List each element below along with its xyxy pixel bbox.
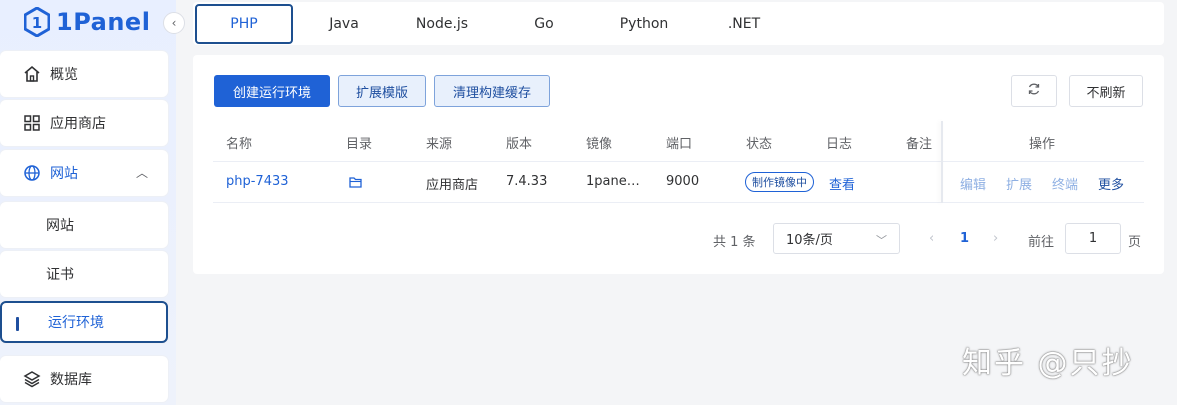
tab-python[interactable]: Python (601, 4, 687, 44)
active-indicator (16, 317, 19, 331)
sidebar-subitem-certificate[interactable]: 证书 (0, 251, 168, 297)
sidebar: 1 1Panel 概览 应用商店 网站 ︿ 网站 证书 运行环境 数据库 (0, 0, 176, 405)
logo-text: 1Panel (56, 8, 151, 36)
sidebar-item-label: 网站 (46, 218, 74, 234)
terminal-link[interactable]: 终端 (1052, 174, 1078, 193)
runtime-tabs: PHP Java Node.js Go Python .NET (193, 2, 1164, 45)
table-divider (213, 161, 1144, 162)
auto-refresh-select[interactable]: 不刷新 (1069, 75, 1143, 107)
logo-icon: 1 (24, 7, 50, 37)
more-actions-link[interactable]: 更多 (1098, 174, 1124, 193)
runtime-port: 9000 (666, 174, 700, 189)
tab-dotnet[interactable]: .NET (701, 4, 787, 44)
pagination-total: 共 1 条 (713, 235, 756, 250)
tab-java[interactable]: Java (301, 4, 387, 44)
sidebar-subitem-website[interactable]: 网站 (0, 202, 168, 248)
logo[interactable]: 1 1Panel (24, 4, 150, 40)
next-page-button[interactable]: › (993, 231, 998, 246)
page-size-select[interactable]: 10条/页 ﹀ (773, 223, 900, 254)
page-number-current[interactable]: 1 (960, 231, 969, 246)
column-header: 目录 (346, 137, 373, 152)
clear-build-cache-button[interactable]: 清理构建缓存 (434, 75, 550, 107)
sidebar-item-label: 证书 (46, 267, 74, 283)
extend-link[interactable]: 扩展 (1006, 174, 1032, 193)
refresh-icon (1027, 82, 1041, 100)
collapse-sidebar-button[interactable]: ‹ (163, 12, 185, 34)
chevron-down-icon: ﹀ (876, 234, 887, 247)
home-icon (22, 64, 42, 84)
view-log-link[interactable]: 查看 (829, 174, 855, 193)
sidebar-item-app-store[interactable]: 应用商店 (0, 100, 168, 146)
table-divider (213, 202, 1144, 203)
sidebar-subitem-runtime[interactable]: 运行环境 (0, 301, 168, 343)
sidebar-item-website[interactable]: 网站 ︿ (0, 150, 168, 196)
column-header: 状态 (746, 137, 773, 152)
tab-go[interactable]: Go (501, 4, 587, 44)
page-suffix-label: 页 (1128, 235, 1142, 250)
chevron-up-icon: ︿ (135, 166, 148, 180)
column-header: 操作 (1029, 137, 1056, 152)
column-header: 端口 (666, 137, 693, 152)
prev-page-button[interactable]: ‹ (929, 231, 934, 246)
runtime-name-link[interactable]: php-7433 (226, 174, 289, 189)
chevron-left-icon: ‹ (171, 16, 177, 30)
runtime-image: 1pane… (586, 174, 640, 189)
status-badge: 制作镜像中 (745, 172, 814, 192)
runtime-list-card: 创建运行环境 扩展模版 清理构建缓存 不刷新 名称 目录 来源 版本 镜像 端口… (193, 55, 1164, 274)
grid-icon (22, 113, 42, 133)
column-header: 名称 (226, 137, 253, 152)
sidebar-item-label: 应用商店 (50, 116, 106, 132)
runtime-source: 应用商店 (426, 178, 479, 193)
globe-icon (22, 163, 42, 183)
sidebar-item-database[interactable]: 数据库 (0, 356, 168, 402)
create-runtime-button[interactable]: 创建运行环境 (214, 75, 330, 107)
column-header: 日志 (826, 137, 853, 152)
sidebar-item-label: 数据库 (50, 372, 92, 388)
column-header: 版本 (506, 137, 533, 152)
column-header: 备注 (906, 137, 933, 152)
sidebar-item-overview[interactable]: 概览 (0, 51, 168, 97)
svg-text:1: 1 (32, 14, 42, 32)
sidebar-item-label: 运行环境 (48, 315, 104, 331)
runtime-version: 7.4.33 (506, 174, 548, 189)
watermark: 知乎 @只抄 (962, 346, 1134, 381)
sidebar-item-label: 概览 (50, 67, 78, 83)
folder-icon[interactable] (349, 176, 362, 192)
tab-nodejs[interactable]: Node.js (399, 4, 485, 44)
sidebar-item-label: 网站 (50, 166, 78, 182)
page-size-value: 10条/页 (786, 233, 833, 248)
column-header: 镜像 (586, 137, 613, 152)
goto-page-input[interactable]: 1 (1065, 223, 1121, 254)
extend-template-button[interactable]: 扩展模版 (338, 75, 426, 107)
edit-link[interactable]: 编辑 (960, 174, 986, 193)
refresh-button[interactable] (1011, 75, 1057, 107)
column-header: 来源 (426, 137, 453, 152)
layers-icon (22, 369, 42, 389)
fixed-column-shadow (941, 121, 943, 203)
tab-php[interactable]: PHP (195, 4, 293, 44)
goto-label: 前往 (1028, 235, 1055, 250)
